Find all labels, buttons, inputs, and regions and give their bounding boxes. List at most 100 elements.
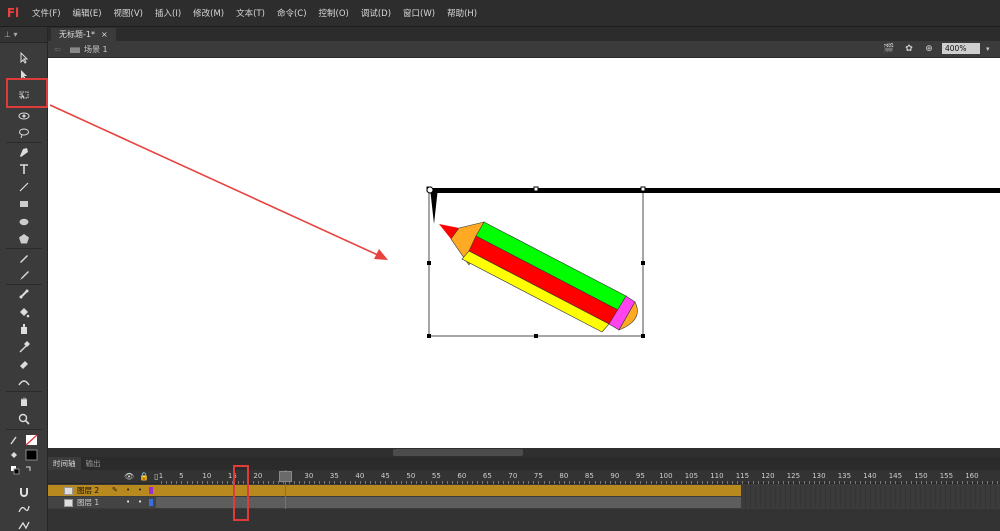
scrollbar-thumb[interactable]: [393, 449, 523, 456]
fill-color-swatch[interactable]: [8, 448, 40, 462]
ruler-tick: [977, 481, 978, 484]
text-tool-icon[interactable]: [16, 162, 32, 176]
snap-magnet-icon[interactable]: [16, 485, 32, 499]
chevron-down-icon[interactable]: ▾: [986, 45, 994, 53]
layer-name[interactable]: 图层 1: [77, 497, 99, 508]
menu-file[interactable]: 文件(F): [26, 7, 67, 19]
ruler-tick: [762, 481, 764, 484]
bone-tool-icon[interactable]: [16, 287, 32, 301]
zoom-tool-icon[interactable]: [16, 412, 32, 426]
transform-handle[interactable]: [427, 261, 431, 265]
workspace-switch-icon[interactable]: ⊥ ▾: [4, 30, 18, 39]
edit-scene-icon[interactable]: 🎬: [882, 43, 896, 54]
transform-handle[interactable]: [533, 186, 539, 192]
transform-pivot[interactable]: [426, 186, 434, 194]
transform-handle[interactable]: [534, 334, 538, 338]
ruler-tick: [951, 481, 953, 484]
ruler-tick: [757, 481, 759, 484]
ruler-tick: [839, 481, 841, 484]
menu-text[interactable]: 文本(T): [230, 7, 271, 19]
pencil-drawing[interactable]: [439, 221, 638, 333]
pen-tool-icon[interactable]: [16, 145, 32, 159]
ruler-tick: [926, 481, 927, 484]
transform-handle[interactable]: [641, 334, 645, 338]
eye-icon[interactable]: 👁: [124, 472, 134, 481]
3d-rotation-tool-icon[interactable]: [16, 109, 32, 123]
center-stage-icon[interactable]: ⊕: [922, 43, 936, 54]
ruler-frame-number: 55: [431, 472, 441, 480]
ruler-tick: [936, 481, 938, 484]
playhead-handle[interactable]: [279, 471, 292, 482]
ruler-tick: [456, 481, 458, 484]
stage-horizontal-scrollbar[interactable]: [48, 448, 1000, 457]
ruler-tick: [563, 481, 565, 484]
ruler-tick: [467, 481, 468, 484]
polystar-tool-icon[interactable]: [16, 232, 32, 246]
swap-colors-icon[interactable]: [8, 463, 40, 477]
menu-debug[interactable]: 调试(D): [355, 7, 397, 19]
layer-2-cell[interactable]: 图层 2 ✎ • •: [48, 485, 156, 496]
menu-modify[interactable]: 修改(M): [187, 7, 230, 19]
stage-canvas[interactable]: [48, 58, 1000, 448]
ruler-tick: [451, 481, 453, 484]
ruler-tick: [161, 481, 162, 484]
ruler-tick: [212, 481, 213, 484]
ruler-tick: [574, 481, 576, 484]
layer-outline-color[interactable]: [149, 487, 153, 494]
ink-bottle-tool-icon[interactable]: [16, 322, 32, 336]
eyedropper-tool-icon[interactable]: [16, 340, 32, 354]
ruler-tick: [359, 481, 361, 484]
hand-tool-icon[interactable]: [16, 394, 32, 408]
layer-outline-color[interactable]: [149, 499, 153, 506]
stroke-color-swatch[interactable]: [8, 433, 40, 447]
ruler-tick: [528, 481, 530, 484]
eraser-tool-icon[interactable]: [16, 357, 32, 371]
visibility-dot[interactable]: •: [126, 498, 130, 506]
oval-tool-icon[interactable]: [16, 215, 32, 229]
ruler-tick: [365, 481, 366, 484]
ruler-tick: [298, 481, 300, 484]
brush-tool-icon[interactable]: [16, 268, 32, 282]
lock-dot[interactable]: •: [138, 486, 142, 494]
lasso-tool-icon[interactable]: [16, 126, 32, 140]
width-tool-icon[interactable]: [16, 375, 32, 389]
zoom-field[interactable]: 400%: [942, 43, 980, 54]
layer-name[interactable]: 图层 2: [77, 485, 99, 496]
visibility-dot[interactable]: •: [126, 486, 130, 494]
ruler-tick: [293, 481, 295, 484]
close-icon[interactable]: ×: [101, 30, 108, 39]
ruler-frame-number: 155: [939, 472, 954, 480]
paint-bucket-tool-icon[interactable]: [16, 305, 32, 319]
back-arrow-icon[interactable]: ⇦: [54, 45, 64, 54]
ruler-frame-number: 65: [482, 472, 492, 480]
menu-view[interactable]: 视图(V): [108, 7, 149, 19]
smooth-icon[interactable]: [16, 502, 32, 516]
ruler-tick: [334, 481, 336, 484]
tab-timeline[interactable]: 时间轴: [48, 457, 81, 470]
menu-window[interactable]: 窗口(W): [397, 7, 441, 19]
transform-handle[interactable]: [640, 186, 646, 192]
ruler-tick: [895, 481, 897, 484]
line-tool-icon[interactable]: [16, 180, 32, 194]
menu-help[interactable]: 帮助(H): [441, 7, 483, 19]
tab-output[interactable]: 输出: [81, 457, 106, 470]
edit-symbols-icon[interactable]: ✿: [902, 43, 916, 54]
transform-handle[interactable]: [427, 334, 431, 338]
menu-control[interactable]: 控制(O): [313, 7, 355, 19]
selection-tool-icon[interactable]: [16, 51, 32, 65]
pencil-edit-icon: ✎: [112, 486, 118, 494]
layer-1-cell[interactable]: 图层 1 • •: [48, 497, 156, 508]
document-tab[interactable]: 无标题-1* ×: [51, 28, 116, 41]
menu-insert[interactable]: 插入(I): [149, 7, 187, 19]
empty-frames-area[interactable]: [741, 485, 1000, 508]
rectangle-tool-icon[interactable]: [16, 197, 32, 211]
tools-panel-header[interactable]: ⊥ ▾: [0, 27, 47, 43]
layer-icon: [64, 498, 73, 507]
menu-edit[interactable]: 编辑(E): [67, 7, 108, 19]
menu-commands[interactable]: 命令(C): [271, 7, 313, 19]
lock-dot[interactable]: •: [138, 498, 142, 506]
straighten-icon[interactable]: [16, 519, 32, 531]
transform-handle[interactable]: [641, 261, 645, 265]
pencil-tool-icon[interactable]: [16, 251, 32, 265]
lock-icon[interactable]: 🔒: [139, 472, 149, 481]
